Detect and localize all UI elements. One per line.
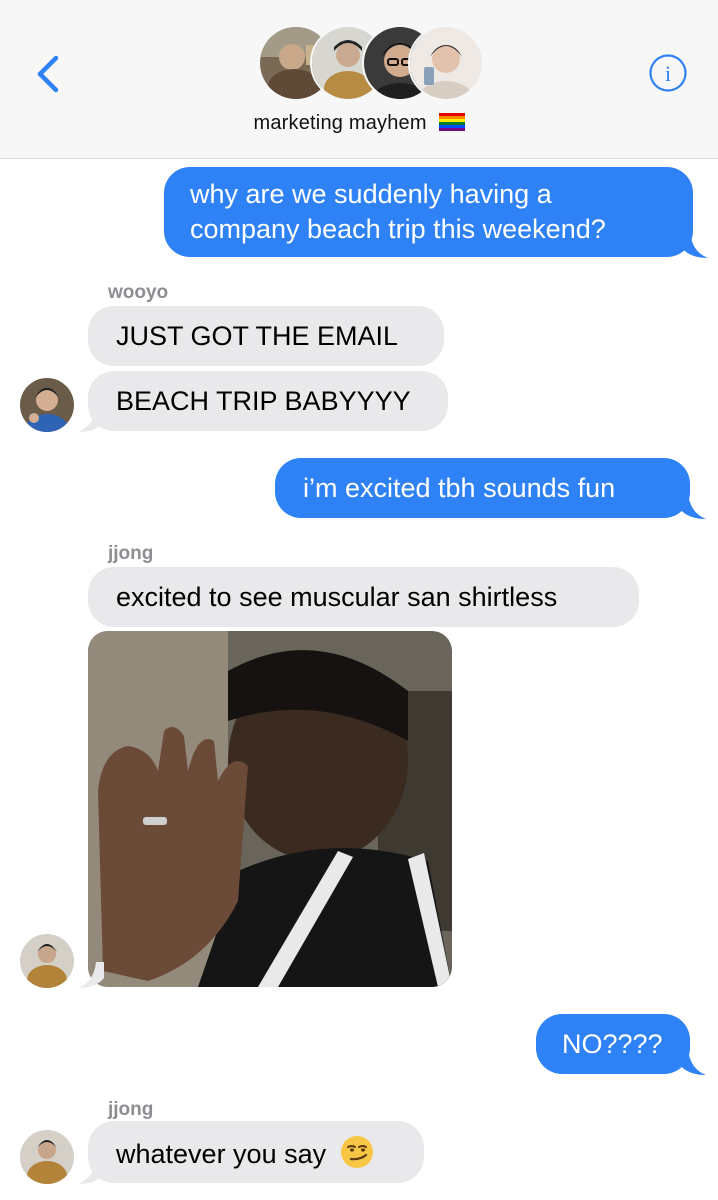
bubble-tail [680, 493, 706, 519]
group-name-text: marketing mayhem [253, 112, 427, 134]
sender-name: jjong [108, 1099, 154, 1120]
sent-message[interactable]: i’m excited tbh sounds fun [275, 458, 690, 518]
bubble-tail [78, 406, 104, 432]
received-message[interactable]: JUST GOT THE EMAIL [88, 306, 444, 366]
svg-text:i: i [665, 61, 671, 86]
received-message[interactable]: excited to see muscular san shirtless [88, 567, 639, 627]
message-text: NO???? [562, 1029, 663, 1059]
jjong-avatar[interactable] [20, 1130, 74, 1184]
reaction-photo[interactable] [88, 631, 452, 987]
back-chevron-icon[interactable] [30, 52, 66, 96]
received-message[interactable]: whatever you say [88, 1121, 424, 1183]
message-text: company beach trip this weekend? [190, 214, 606, 244]
bubble-tail [680, 1049, 706, 1075]
bubble-tail [78, 1158, 104, 1184]
message-text: excited to see muscular san shirtless [116, 582, 558, 612]
conversation-header: i marketing mayhem [0, 0, 718, 159]
sender-name: jjong [108, 543, 154, 564]
sent-message[interactable]: NO???? [536, 1014, 690, 1074]
info-icon[interactable]: i [648, 53, 688, 93]
message-text: BEACH TRIP BABYYYY [116, 386, 411, 416]
group-avatars[interactable] [258, 25, 484, 101]
sender-name: wooyo [108, 282, 169, 303]
message-text: whatever you say [116, 1139, 327, 1169]
message-text: i’m excited tbh sounds fun [303, 473, 616, 503]
group-name[interactable]: marketing mayhem [0, 112, 718, 135]
received-message[interactable]: BEACH TRIP BABYYYY [88, 371, 448, 431]
bubble-tail [682, 232, 708, 258]
smirk-emoji-icon [340, 1136, 373, 1168]
message-text: JUST GOT THE EMAIL [116, 321, 399, 351]
member-avatar [408, 25, 484, 101]
bubble-tail [78, 962, 104, 988]
sent-message[interactable]: why are we suddenly having a company bea… [164, 167, 693, 257]
jjong-avatar[interactable] [20, 934, 74, 988]
wooyo-avatar[interactable] [20, 378, 74, 432]
message-text: why are we suddenly having a [190, 179, 552, 209]
rainbow-flag-icon [438, 113, 465, 131]
